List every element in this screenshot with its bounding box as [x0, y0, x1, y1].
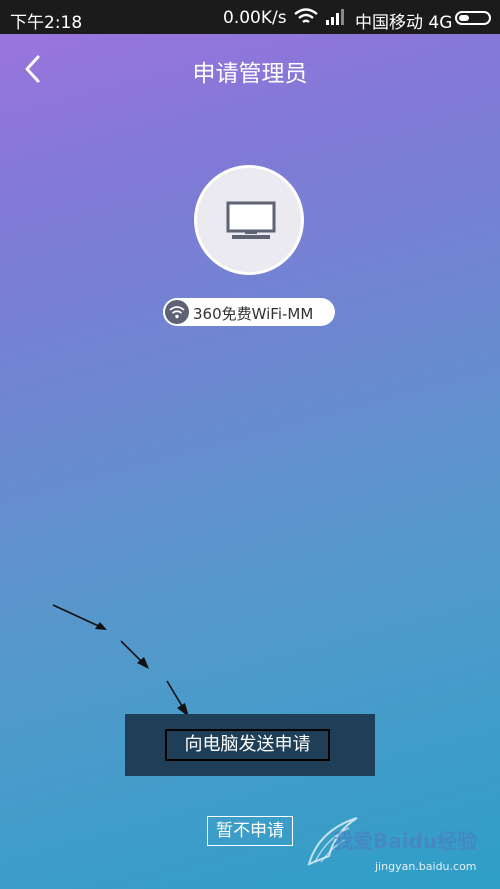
- watermark-url: jingyan.baidu.com: [375, 860, 477, 873]
- device-avatar: [194, 165, 304, 275]
- status-bar: 下午2:18 0.00K/s 中国移动 4G: [0, 0, 500, 34]
- network-badge: 360免费WiFi-MM: [163, 298, 335, 326]
- watermark-text: 我爱Baidu经验: [333, 829, 478, 853]
- page-title: 申请管理员: [192, 61, 308, 87]
- cell-signal-icon: [326, 9, 344, 25]
- status-time: 下午2:18: [10, 13, 83, 33]
- wifi-signal-icon: [294, 8, 318, 23]
- send-request-button[interactable]: 向电脑发送申请: [165, 729, 330, 761]
- not-now-button[interactable]: 暂不申请: [207, 816, 293, 846]
- monitor-icon: [226, 201, 276, 239]
- status-carrier: 中国移动 4G: [355, 13, 453, 33]
- network-name: 360免费WiFi-MM: [193, 305, 314, 323]
- wifi-icon: [165, 300, 189, 324]
- send-request-panel: 向电脑发送申请: [125, 714, 375, 776]
- battery-icon: [455, 11, 491, 25]
- annotation-arrows: [52, 604, 189, 717]
- baidu-watermark: 我爱Baidu经验 jingyan.baidu.com: [305, 812, 495, 884]
- status-net-speed: 0.00K/s: [223, 8, 287, 28]
